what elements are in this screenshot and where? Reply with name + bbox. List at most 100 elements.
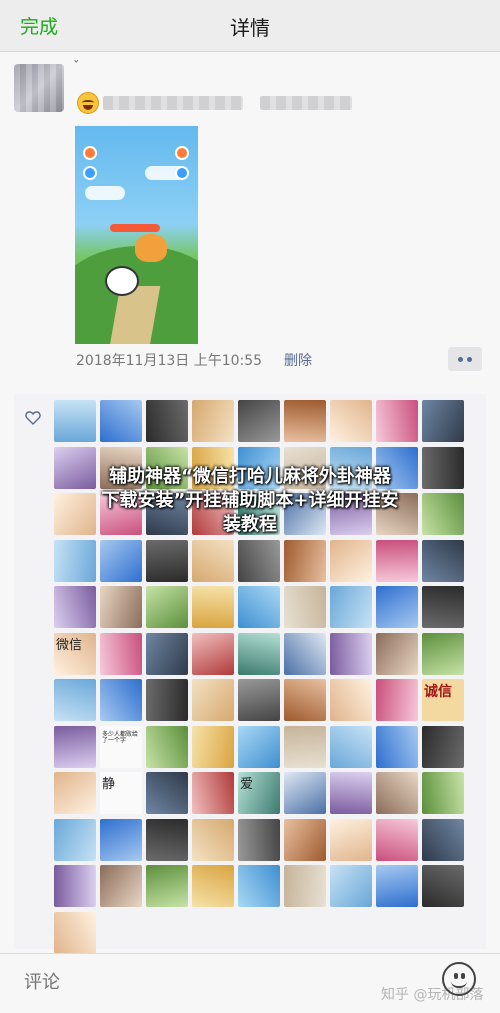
liker-avatar[interactable]	[192, 586, 234, 628]
overlay-line: 装教程	[223, 514, 277, 535]
liker-avatar[interactable]	[284, 679, 326, 721]
more-actions-button[interactable]	[448, 347, 482, 371]
heart-icon	[25, 411, 41, 425]
liker-avatar[interactable]	[238, 679, 280, 721]
liker-avatar[interactable]	[284, 400, 326, 442]
liker-avatar[interactable]: 微信	[54, 632, 96, 675]
liker-avatar[interactable]: 静	[100, 772, 142, 814]
comment-input[interactable]	[24, 972, 304, 993]
liker-avatar[interactable]	[54, 400, 96, 442]
liker-avatar[interactable]	[330, 539, 372, 582]
liker-avatar[interactable]	[376, 865, 418, 907]
avatar-caption: 微信	[56, 637, 83, 653]
liker-avatar[interactable]	[54, 818, 96, 861]
liker-avatar[interactable]	[284, 725, 326, 768]
liker-avatar[interactable]	[100, 865, 142, 907]
liker-avatar[interactable]	[330, 632, 372, 675]
liker-avatar[interactable]	[238, 818, 280, 861]
liker-avatar[interactable]	[100, 539, 142, 582]
liker-avatar[interactable]	[330, 772, 372, 814]
liker-avatar[interactable]	[54, 539, 96, 582]
liker-avatar[interactable]	[192, 818, 234, 861]
liker-avatar[interactable]	[330, 679, 372, 721]
liker-avatar[interactable]	[100, 632, 142, 675]
liker-avatar[interactable]	[422, 725, 464, 768]
liker-avatar[interactable]	[100, 586, 142, 628]
liker-avatar[interactable]	[284, 632, 326, 675]
overlay-line: 下载安装”开挂辅助脚本+详细开挂安	[101, 490, 399, 511]
liker-avatar[interactable]	[376, 772, 418, 814]
liker-avatar[interactable]	[238, 400, 280, 442]
comment-bar: 知乎 @玩机部落	[0, 953, 500, 1013]
liker-avatar[interactable]	[422, 400, 464, 442]
avatar-caption: 多少人都败给了一个字	[102, 730, 139, 745]
liker-avatar[interactable]	[100, 818, 142, 861]
liker-avatar[interactable]	[146, 632, 188, 675]
emoji-button[interactable]	[442, 962, 476, 996]
avatar-caption: 爱	[240, 777, 254, 792]
liker-avatar[interactable]	[330, 586, 372, 628]
liker-avatar[interactable]	[422, 632, 464, 675]
liker-avatar[interactable]: 爱	[238, 772, 280, 814]
liker-avatar[interactable]	[238, 725, 280, 768]
liker-avatar[interactable]	[192, 865, 234, 907]
liker-avatar[interactable]	[146, 679, 188, 721]
liker-avatar[interactable]	[146, 772, 188, 814]
liker-avatar[interactable]	[54, 725, 96, 768]
liker-avatar[interactable]	[192, 632, 234, 675]
post-timestamp: 2018年11月13日 上午10:55	[76, 353, 263, 369]
liker-avatar[interactable]	[376, 632, 418, 675]
liker-avatar[interactable]	[376, 818, 418, 861]
liker-avatar[interactable]	[192, 725, 234, 768]
liker-avatar[interactable]	[192, 400, 234, 442]
post-image[interactable]	[75, 126, 198, 344]
liker-avatar[interactable]	[146, 725, 188, 768]
liker-avatar[interactable]	[376, 725, 418, 768]
liker-avatar[interactable]	[238, 865, 280, 907]
liker-avatar[interactable]	[238, 586, 280, 628]
overlay-caption: 辅助神器“微信打哈儿麻将外卦神器 下载安装”开挂辅助脚本+详细开挂安 装教程	[50, 465, 450, 537]
liker-avatar[interactable]	[284, 818, 326, 861]
liker-avatar[interactable]	[192, 772, 234, 814]
liker-avatar[interactable]	[238, 539, 280, 582]
liker-avatar[interactable]	[146, 586, 188, 628]
liker-avatar[interactable]	[146, 865, 188, 907]
liker-avatar[interactable]	[422, 586, 464, 628]
liker-avatar[interactable]	[330, 400, 372, 442]
liker-avatar[interactable]	[192, 679, 234, 721]
liker-avatar[interactable]	[100, 679, 142, 721]
liker-avatar[interactable]	[100, 400, 142, 442]
liker-avatar[interactable]	[284, 539, 326, 582]
liker-avatar[interactable]	[376, 539, 418, 582]
liker-avatar[interactable]	[330, 725, 372, 768]
liker-avatar[interactable]	[284, 586, 326, 628]
liker-avatar[interactable]	[146, 539, 188, 582]
liker-avatar[interactable]	[146, 400, 188, 442]
liker-avatar[interactable]	[54, 586, 96, 628]
liker-avatar[interactable]: 诚信	[422, 679, 464, 721]
liker-avatar[interactable]	[422, 539, 464, 582]
avatar-caption: 诚信	[424, 684, 452, 700]
chevron-down-icon: ˇ	[73, 60, 80, 75]
liker-avatar[interactable]	[54, 679, 96, 721]
liker-avatar[interactable]	[330, 865, 372, 907]
liker-avatar[interactable]	[238, 632, 280, 675]
liker-avatar[interactable]	[376, 679, 418, 721]
liker-avatar[interactable]	[330, 818, 372, 861]
avatar[interactable]	[14, 64, 64, 112]
liker-avatar[interactable]	[54, 911, 96, 954]
liker-avatar[interactable]	[422, 818, 464, 861]
liker-avatar[interactable]	[376, 586, 418, 628]
liker-avatar[interactable]	[192, 539, 234, 582]
delete-button[interactable]: 删除	[284, 350, 312, 370]
liker-avatar[interactable]	[284, 772, 326, 814]
liker-avatar[interactable]	[284, 865, 326, 907]
blurred-post-text	[260, 96, 352, 110]
liker-avatar[interactable]	[422, 865, 464, 907]
liker-avatar[interactable]	[54, 772, 96, 814]
liker-avatar[interactable]	[146, 818, 188, 861]
liker-avatar[interactable]: 多少人都败给了一个字	[100, 725, 142, 768]
liker-avatar[interactable]	[54, 865, 96, 907]
liker-avatar[interactable]	[422, 772, 464, 814]
liker-avatar[interactable]	[376, 400, 418, 442]
